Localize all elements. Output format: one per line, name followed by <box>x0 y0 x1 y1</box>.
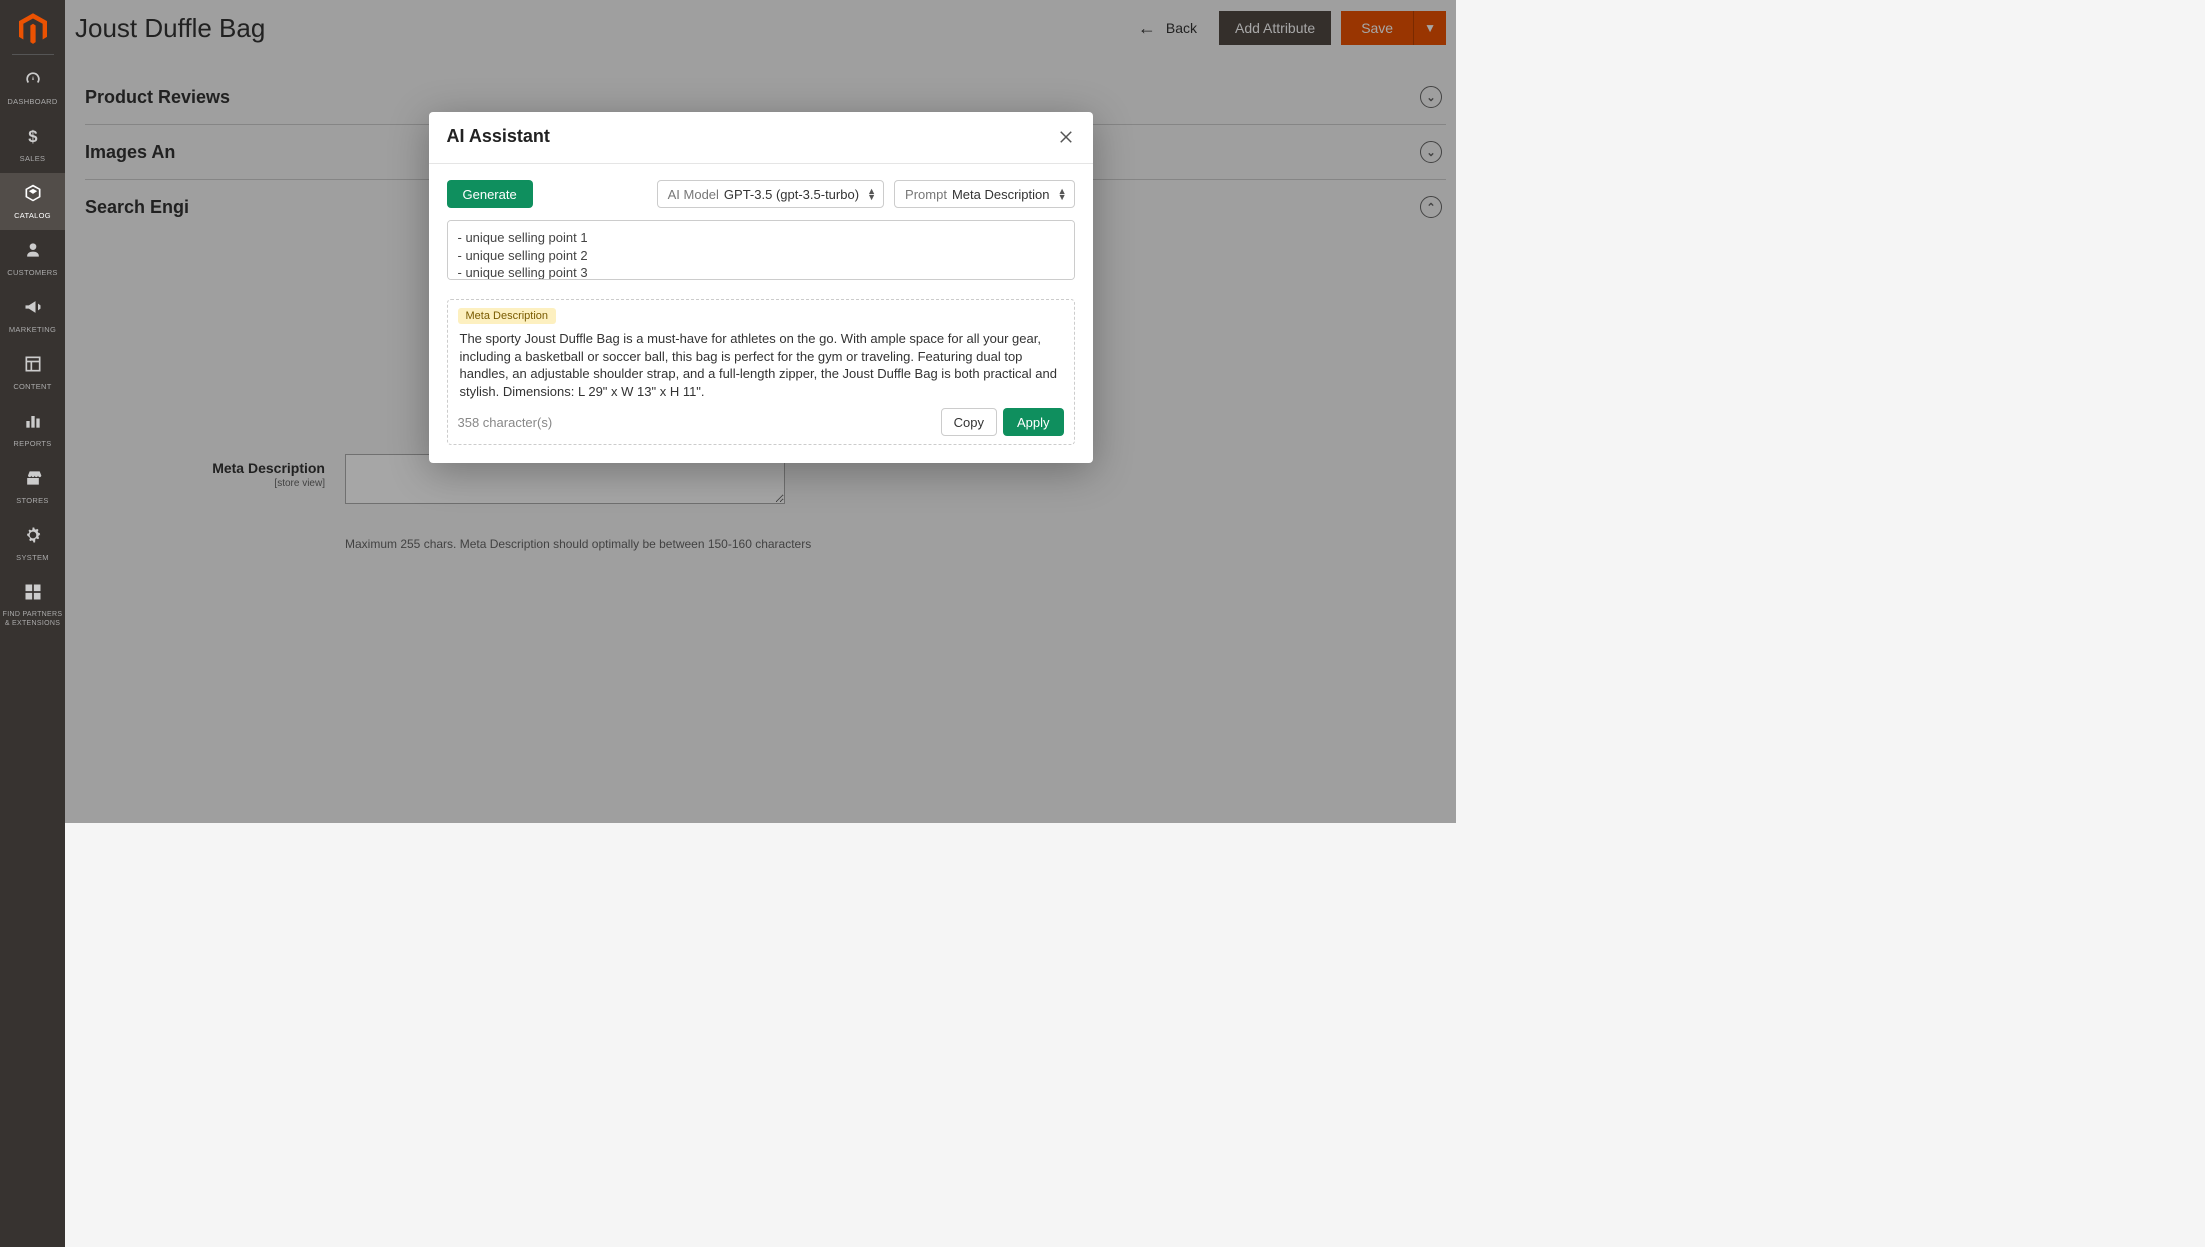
prompt-value: Meta Description <box>952 187 1050 202</box>
modal-title: AI Assistant <box>447 126 550 147</box>
sidebar-item-reports[interactable]: REPORTS <box>0 401 65 458</box>
sidebar-divider <box>12 54 54 55</box>
sidebar-item-sales[interactable]: $ SALES <box>0 116 65 173</box>
modal-body: Generate AI Model GPT-3.5 (gpt-3.5-turbo… <box>429 164 1093 463</box>
layout-icon <box>23 354 43 379</box>
prompt-prefix: Prompt <box>905 187 947 202</box>
box-icon <box>23 183 43 208</box>
modal-close-button[interactable] <box>1057 128 1075 146</box>
modal-overlay[interactable]: AI Assistant Generate AI Model GPT-3.5 (… <box>65 0 1456 823</box>
sidebar-item-stores[interactable]: STORES <box>0 458 65 515</box>
sidebar-item-partners[interactable]: FIND PARTNERS & EXTENSIONS <box>0 572 65 638</box>
gauge-icon <box>23 69 43 94</box>
main-content: Joust Duffle Bag ← Back Add Attribute Sa… <box>65 0 1456 823</box>
magento-logo[interactable] <box>0 0 65 50</box>
blocks-icon <box>23 582 43 607</box>
sort-arrows-icon: ▲▼ <box>867 188 876 200</box>
sidebar-item-catalog[interactable]: CATALOG <box>0 173 65 230</box>
generate-button[interactable]: Generate <box>447 180 533 208</box>
result-tag: Meta Description <box>458 308 557 324</box>
sidebar-item-system[interactable]: SYSTEM <box>0 515 65 572</box>
ai-model-select[interactable]: AI Model GPT-3.5 (gpt-3.5-turbo) ▲▼ <box>657 180 884 208</box>
sidebar-item-customers[interactable]: CUSTOMERS <box>0 230 65 287</box>
result-box: Meta Description The sporty Joust Duffle… <box>447 299 1075 445</box>
magento-logo-icon <box>19 13 47 45</box>
ai-assistant-modal: AI Assistant Generate AI Model GPT-3.5 (… <box>429 112 1093 463</box>
sidebar-label: STORES <box>16 497 49 505</box>
dollar-icon: $ <box>23 126 43 151</box>
person-icon <box>23 240 43 265</box>
sidebar-label: CATALOG <box>14 212 51 220</box>
gear-icon <box>23 525 43 550</box>
usp-textarea[interactable] <box>447 220 1075 280</box>
sidebar-label: CONTENT <box>13 383 51 391</box>
modal-header: AI Assistant <box>429 112 1093 164</box>
modal-controls: Generate AI Model GPT-3.5 (gpt-3.5-turbo… <box>447 180 1075 208</box>
apply-button[interactable]: Apply <box>1003 408 1064 436</box>
model-prefix: AI Model <box>668 187 719 202</box>
svg-text:$: $ <box>28 127 38 146</box>
copy-button[interactable]: Copy <box>941 408 997 436</box>
result-text: The sporty Joust Duffle Bag is a must-ha… <box>454 328 1068 400</box>
sidebar-item-marketing[interactable]: MARKETING <box>0 287 65 344</box>
sidebar-label: SALES <box>20 155 46 163</box>
selects-right: AI Model GPT-3.5 (gpt-3.5-turbo) ▲▼ Prom… <box>657 180 1075 208</box>
sidebar-label: MARKETING <box>9 326 56 334</box>
sidebar-label: DASHBOARD <box>7 98 57 106</box>
model-value: GPT-3.5 (gpt-3.5-turbo) <box>724 187 859 202</box>
sort-arrows-icon: ▲▼ <box>1058 188 1067 200</box>
result-footer: 358 character(s) Copy Apply <box>454 400 1068 436</box>
megaphone-icon <box>23 297 43 322</box>
sidebar-item-content[interactable]: CONTENT <box>0 344 65 401</box>
sidebar-item-dashboard[interactable]: DASHBOARD <box>0 59 65 116</box>
storefront-icon <box>23 468 43 493</box>
sidebar-label: REPORTS <box>13 440 51 448</box>
admin-sidebar: DASHBOARD $ SALES CATALOG CUSTOMERS MARK… <box>0 0 65 1247</box>
sidebar-label: CUSTOMERS <box>7 269 57 277</box>
close-icon <box>1057 128 1075 146</box>
sidebar-label: SYSTEM <box>16 554 49 562</box>
result-actions: Copy Apply <box>941 408 1064 436</box>
bars-icon <box>23 411 43 436</box>
char-count: 358 character(s) <box>458 415 553 430</box>
prompt-select[interactable]: Prompt Meta Description ▲▼ <box>894 180 1074 208</box>
sidebar-label: FIND PARTNERS & EXTENSIONS <box>3 611 63 628</box>
